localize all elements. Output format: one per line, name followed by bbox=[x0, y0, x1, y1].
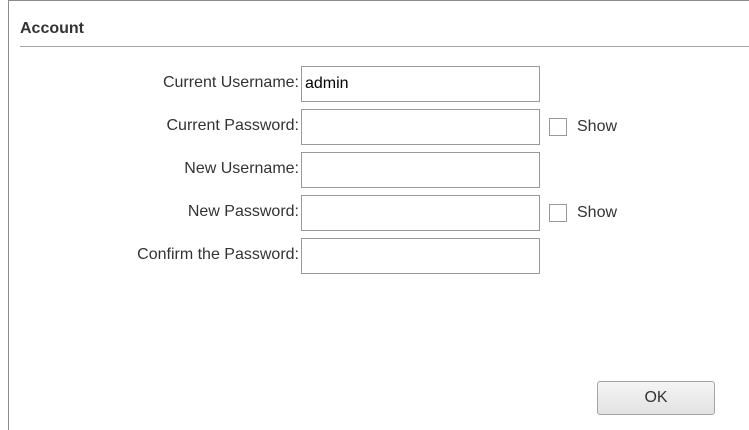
ok-button[interactable]: OK bbox=[597, 381, 715, 415]
current-password-show-checkbox[interactable] bbox=[549, 118, 567, 136]
confirm-password-row: Confirm the Password: bbox=[9, 238, 749, 274]
current-password-show-toggle[interactable]: Show bbox=[549, 117, 617, 137]
panel-title: Account bbox=[20, 20, 84, 37]
new-password-show-toggle[interactable]: Show bbox=[549, 203, 617, 223]
current-username-label: Current Username: bbox=[162, 74, 299, 91]
confirm-password-label: Confirm the Password: bbox=[137, 246, 299, 263]
new-password-input[interactable] bbox=[301, 195, 540, 231]
current-username-row: Current Username: bbox=[9, 66, 749, 102]
new-username-row: New Username: bbox=[9, 152, 749, 188]
new-password-label: New Password: bbox=[187, 203, 299, 220]
new-password-row: New Password: Show bbox=[9, 195, 749, 231]
current-password-show-label[interactable]: Show bbox=[577, 118, 617, 136]
current-username-input[interactable] bbox=[301, 66, 540, 102]
current-password-label: Current Password: bbox=[166, 117, 300, 134]
current-password-input[interactable] bbox=[301, 109, 540, 145]
confirm-password-input[interactable] bbox=[301, 238, 540, 274]
account-panel: Account Current Username: Current Passwo… bbox=[8, 0, 749, 430]
new-username-label: New Username: bbox=[184, 160, 299, 177]
title-divider bbox=[20, 46, 749, 47]
new-password-show-label[interactable]: Show bbox=[577, 204, 617, 222]
new-username-input[interactable] bbox=[301, 152, 540, 188]
new-password-show-checkbox[interactable] bbox=[549, 204, 567, 222]
current-password-row: Current Password: Show bbox=[9, 109, 749, 145]
